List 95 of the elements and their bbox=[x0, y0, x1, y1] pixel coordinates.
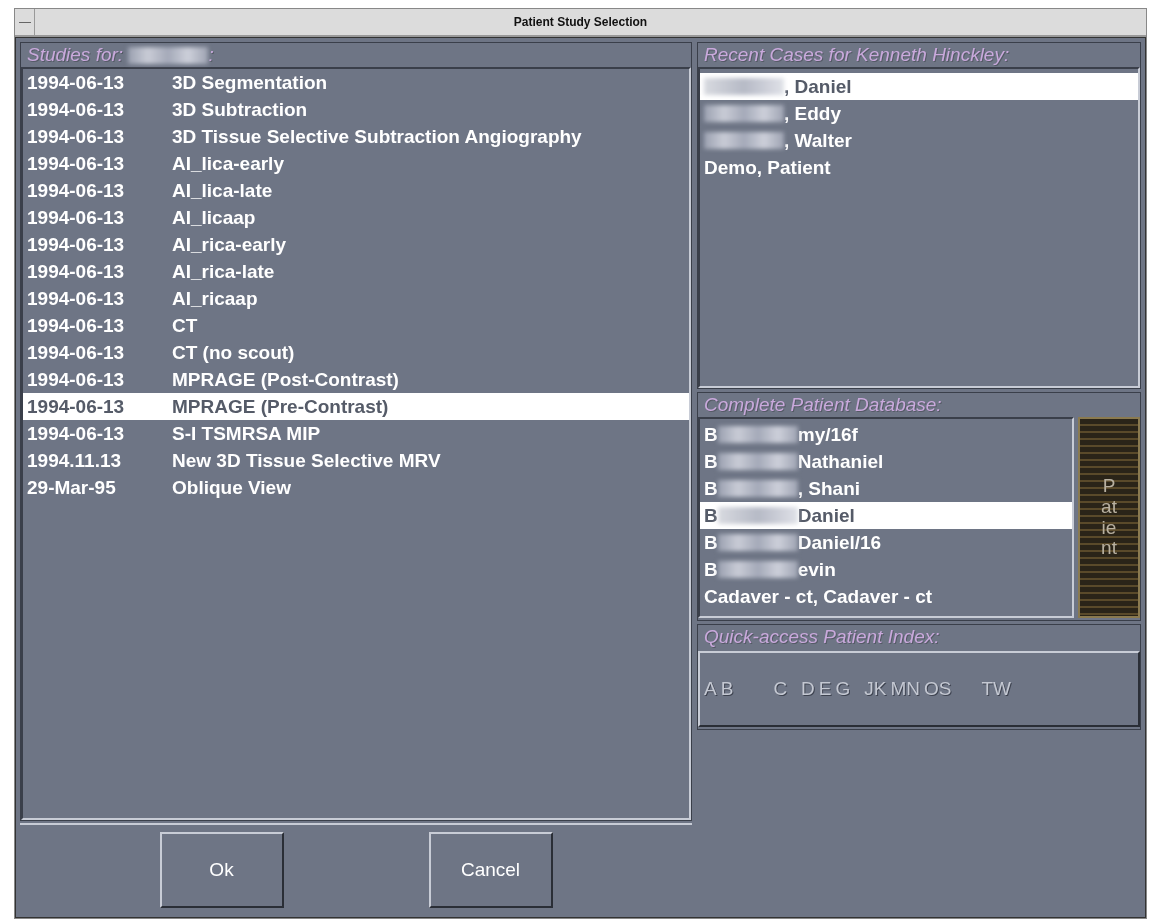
name-text: , Eddy bbox=[784, 102, 841, 125]
name-text: Daniel/16 bbox=[797, 531, 882, 554]
study-row[interactable]: 1994-06-13 AI_ricaap bbox=[23, 285, 689, 312]
study-date: 1994-06-13 bbox=[27, 260, 126, 283]
index-letter[interactable]: C bbox=[773, 678, 788, 700]
study-date: 1994-06-13 bbox=[27, 179, 126, 202]
patient-row[interactable]: B evin bbox=[700, 556, 1072, 583]
patient-row[interactable]: B my/16f bbox=[700, 421, 1072, 448]
panel-heading: Studies for: bbox=[27, 44, 124, 66]
study-date: 1994.11.13 bbox=[27, 449, 123, 472]
patient-row[interactable]: , Walter bbox=[700, 127, 1138, 154]
patient-row[interactable]: B , Shani bbox=[700, 475, 1072, 502]
patient-row[interactable]: B Nathaniel bbox=[700, 448, 1072, 475]
patient-row[interactable]: B Daniel/16 bbox=[700, 529, 1072, 556]
study-name: 3D Subtraction bbox=[172, 98, 308, 121]
index-letter[interactable]: JK bbox=[864, 678, 887, 700]
study-row[interactable]: 1994-06-13 3D Segmentation bbox=[23, 69, 689, 96]
study-date: 1994-06-13 bbox=[27, 287, 126, 310]
study-name: CT (no scout) bbox=[172, 341, 295, 364]
name-initial: B bbox=[704, 423, 718, 446]
study-row[interactable]: 1994-06-13 MPRAGE (Post-Contrast) bbox=[23, 366, 689, 393]
study-row[interactable]: 1994-06-13 S-I TSMRSA MIP bbox=[23, 420, 689, 447]
patient-button[interactable]: Patient bbox=[1078, 417, 1140, 618]
study-row[interactable]: 1994-06-13 AI_rica-early bbox=[23, 231, 689, 258]
study-date: 1994-06-13 bbox=[27, 233, 126, 256]
index-letter[interactable]: MN bbox=[890, 678, 921, 700]
dialog-button[interactable]: Cancel bbox=[428, 832, 553, 908]
study-row[interactable]: 1994-06-13 CT bbox=[23, 312, 689, 339]
name-text: Daniel bbox=[797, 504, 855, 527]
name-text: my/16f bbox=[797, 423, 858, 446]
study-name: CT bbox=[172, 314, 198, 337]
name-initial: B bbox=[704, 450, 718, 473]
study-date: 1994-06-13 bbox=[27, 395, 126, 418]
patient-row[interactable]: Demo, Patient bbox=[700, 154, 1138, 181]
study-name: 3D Tissue Selective Subtraction Angiography bbox=[172, 125, 582, 148]
study-name: AI_lica-late bbox=[172, 179, 273, 202]
index-letter[interactable]: TW bbox=[981, 678, 1012, 700]
index-letter[interactable]: A bbox=[704, 678, 717, 700]
name-initial: B bbox=[704, 477, 718, 500]
name-text: , Walter bbox=[784, 129, 852, 152]
panel-heading: Quick-access Patient Index: bbox=[704, 626, 940, 648]
name-initial: B bbox=[704, 558, 718, 581]
study-row[interactable]: 1994-06-13 AI_rica-late bbox=[23, 258, 689, 285]
study-row[interactable]: 1994-06-13 AI_lica-late bbox=[23, 177, 689, 204]
study-name: New 3D Tissue Selective MRV bbox=[172, 449, 441, 472]
name-text: evin bbox=[797, 558, 836, 581]
index-letter[interactable]: OS bbox=[924, 678, 952, 700]
study-name: AI_lica-early bbox=[172, 152, 284, 175]
study-date: 29-Mar-95 bbox=[27, 476, 117, 499]
patient-row[interactable]: , Eddy bbox=[700, 100, 1138, 127]
study-date: 1994-06-13 bbox=[27, 314, 126, 337]
study-row[interactable]: 29-Mar-95 Oblique View bbox=[23, 474, 689, 501]
study-name: AI_rica-early bbox=[172, 233, 287, 256]
study-name: MPRAGE (Pre-Contrast) bbox=[172, 395, 389, 418]
study-row[interactable]: 1994-06-13 CT (no scout) bbox=[23, 339, 689, 366]
study-date: 1994-06-13 bbox=[27, 422, 126, 445]
study-name: Oblique View bbox=[172, 476, 291, 499]
name-text: Nathaniel bbox=[797, 450, 884, 473]
study-row[interactable]: 1994-06-13 3D Tissue Selective Subtraction Angiography bbox=[23, 123, 689, 150]
name-text: Demo, Patient bbox=[704, 156, 831, 179]
study-name: 3D Segmentation bbox=[172, 71, 328, 94]
study-name: AI_ricaap bbox=[172, 287, 258, 310]
study-row[interactable]: 1994-06-13 AI_licaap bbox=[23, 204, 689, 231]
study-date: 1994-06-13 bbox=[27, 125, 126, 148]
study-date: 1994-06-13 bbox=[27, 368, 126, 391]
window-title: Patient Study Selection bbox=[512, 15, 649, 29]
name-initial: B bbox=[704, 504, 718, 527]
study-name: S-I TSMRSA MIP bbox=[172, 422, 321, 445]
study-name: AI_rica-late bbox=[172, 260, 275, 283]
study-date: 1994-06-13 bbox=[27, 206, 126, 229]
study-name: AI_licaap bbox=[172, 206, 256, 229]
index-letter[interactable]: B bbox=[720, 678, 734, 700]
study-row[interactable]: 1994-06-13 AI_lica-early bbox=[23, 150, 689, 177]
dialog-button[interactable]: Ok bbox=[159, 832, 284, 908]
index-letter[interactable]: D bbox=[801, 678, 815, 700]
index-letter[interactable]: G bbox=[835, 678, 851, 700]
study-date: 1994-06-13 bbox=[27, 98, 126, 121]
study-row[interactable]: 1994-06-13 3D Subtraction bbox=[23, 96, 689, 123]
study-row[interactable]: 1994.11.13 New 3D Tissue Selective MRV bbox=[23, 447, 689, 474]
patient-row[interactable]: B Daniel bbox=[700, 502, 1072, 529]
study-date: 1994-06-13 bbox=[27, 341, 126, 364]
study-date: 1994-06-13 bbox=[27, 71, 126, 94]
patient-row[interactable]: , Daniel bbox=[700, 73, 1138, 100]
heading-colon: : bbox=[208, 44, 214, 66]
study-name: MPRAGE (Post-Contrast) bbox=[172, 368, 399, 391]
index-letter[interactable]: E bbox=[818, 678, 832, 700]
name-text: , Shani bbox=[797, 477, 861, 500]
name-text: Cadaver - ct, Cadaver - ct bbox=[704, 585, 933, 608]
patient-row[interactable]: Cadaver - ct, Cadaver - ct bbox=[700, 583, 1072, 610]
name-initial: B bbox=[704, 531, 718, 554]
study-date: 1994-06-13 bbox=[27, 152, 126, 175]
name-text: , Daniel bbox=[784, 75, 852, 98]
panel-heading: Complete Patient Database: bbox=[704, 394, 942, 416]
study-row[interactable]: 1994-06-13 MPRAGE (Pre-Contrast) bbox=[23, 393, 689, 420]
panel-heading: Recent Cases for Kenneth Hinckley: bbox=[704, 44, 1010, 66]
